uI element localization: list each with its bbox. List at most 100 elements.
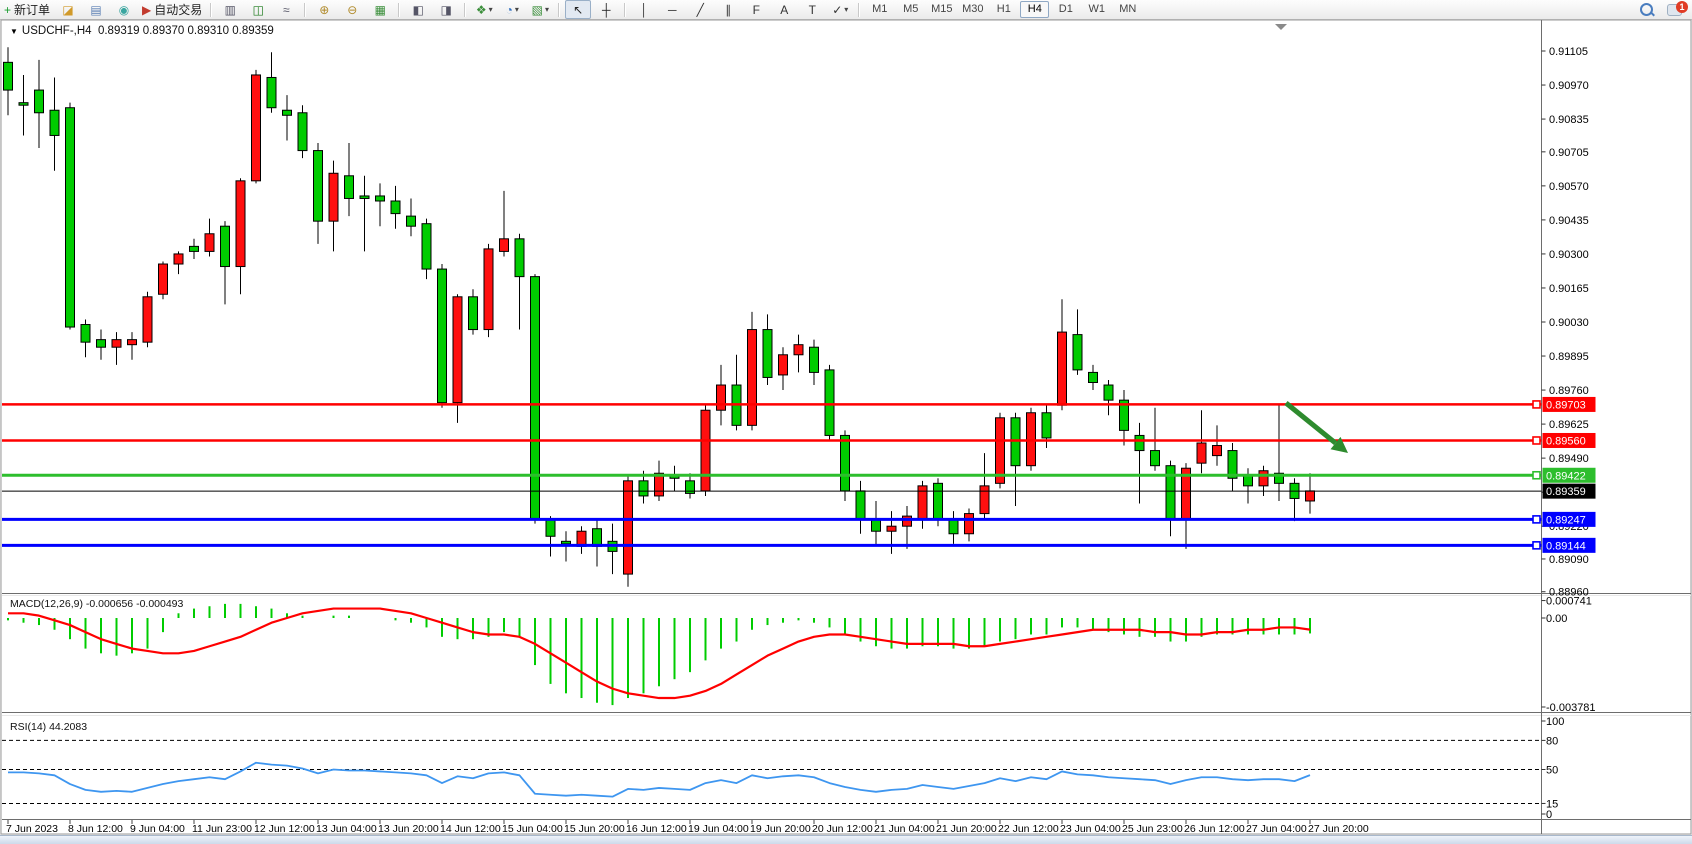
candle-body xyxy=(934,483,943,518)
candlestick-chart-icon: ◫ xyxy=(253,4,264,16)
auto-trading-label: 自动交易 xyxy=(154,1,202,18)
candle-body xyxy=(624,481,633,574)
cursor-icon: ↖ xyxy=(573,4,583,16)
notification-badge: 1 xyxy=(1676,1,1688,13)
tile-windows-icon: ▦ xyxy=(375,4,386,16)
mt4-window: +新订单◪▤◉▶自动交易▥◫≈⊕⊖▦◧◨❖▾◔▾▧▾↖┼│─╱∥FAT✓▾M1M… xyxy=(0,0,1692,844)
candle-body xyxy=(66,108,75,327)
candle-body xyxy=(856,491,865,519)
timeframe-m5-button[interactable]: M5 xyxy=(896,1,925,18)
timeframe-d1-button[interactable]: D1 xyxy=(1051,1,1080,18)
candle-body xyxy=(701,410,710,491)
level-line-anchor-square[interactable] xyxy=(1533,516,1540,523)
candle-body xyxy=(903,516,912,526)
price-tick-label: 0.89490 xyxy=(1549,453,1589,465)
line-chart-icon: ≈ xyxy=(283,4,290,16)
period-clock-button[interactable]: ◔▾ xyxy=(499,0,525,19)
zoom-in-button[interactable]: ⊕ xyxy=(311,0,337,19)
candle-body xyxy=(748,330,757,426)
profiles-button[interactable]: ▤ xyxy=(83,0,109,19)
zoom-out-icon: ⊖ xyxy=(347,4,357,16)
new-order-button[interactable]: +新订单 xyxy=(1,0,53,19)
time-tick-label: 13 Jun 04:00 xyxy=(316,823,377,835)
equidistant-channel-button[interactable]: ∥ xyxy=(715,0,741,19)
trendline-button[interactable]: ╱ xyxy=(687,0,713,19)
candle-body xyxy=(376,196,385,201)
indicators-button[interactable]: ▧▾ xyxy=(527,0,553,19)
chat-icon[interactable]: 1 xyxy=(1667,4,1682,16)
chart-canvas[interactable]: 0.911050.909700.908350.907050.905700.904… xyxy=(0,19,1692,844)
macd-axis-label: 0.00 xyxy=(1546,613,1567,625)
candle-body xyxy=(841,435,850,490)
new-chart-button[interactable]: ❖▾ xyxy=(471,0,497,19)
time-tick-label: 14 Jun 12:00 xyxy=(440,823,501,835)
auto-scroll-button[interactable]: ◧ xyxy=(405,0,431,19)
timeframe-h4-button[interactable]: H4 xyxy=(1020,1,1049,18)
search-icon[interactable] xyxy=(1640,3,1653,16)
candle-body xyxy=(391,201,400,214)
toolbar-separator xyxy=(210,3,212,17)
candle-body xyxy=(1259,471,1268,486)
level-line-anchor-square[interactable] xyxy=(1533,401,1540,408)
candle-body xyxy=(562,541,571,544)
rsi-axis-label: 80 xyxy=(1546,735,1558,747)
price-tick-label: 0.89760 xyxy=(1549,385,1589,397)
arrows-button[interactable]: ✓▾ xyxy=(827,0,853,19)
price-tick-label: 0.90705 xyxy=(1549,147,1589,159)
price-badge-value: 0.89359 xyxy=(1546,486,1586,498)
auto-scroll-icon: ◧ xyxy=(413,4,424,16)
candle-body xyxy=(97,340,106,348)
fibonacci-icon: F xyxy=(753,4,760,16)
toolbar-separator xyxy=(304,3,306,17)
vertical-line-button[interactable]: │ xyxy=(631,0,657,19)
signals-button[interactable]: ◉ xyxy=(111,0,137,19)
price-badge-value: 0.89247 xyxy=(1546,514,1586,526)
auto-trading-button[interactable]: ▶自动交易 xyxy=(139,0,205,19)
timeframe-w1-button[interactable]: W1 xyxy=(1082,1,1111,18)
time-tick-label: 21 Jun 20:00 xyxy=(936,823,997,835)
line-chart-button[interactable]: ≈ xyxy=(273,0,299,19)
candlestick-chart-button[interactable]: ◫ xyxy=(245,0,271,19)
chevron-down-icon: ▾ xyxy=(489,5,493,14)
candle-body xyxy=(174,254,183,264)
timeframe-m1-button[interactable]: M1 xyxy=(865,1,894,18)
rsi-axis-label: 50 xyxy=(1546,765,1558,777)
level-line-anchor-square[interactable] xyxy=(1533,472,1540,479)
level-line-anchor-square[interactable] xyxy=(1533,542,1540,549)
candle-body xyxy=(779,355,788,375)
toolbar: +新订单◪▤◉▶自动交易▥◫≈⊕⊖▦◧◨❖▾◔▾▧▾↖┼│─╱∥FAT✓▾M1M… xyxy=(0,0,1692,20)
text-label-button[interactable]: T xyxy=(799,0,825,19)
candle-body xyxy=(1073,335,1082,370)
cursor-button[interactable]: ↖ xyxy=(565,0,591,19)
candle-body xyxy=(825,370,834,436)
timeframe-mn-button[interactable]: MN xyxy=(1113,1,1142,18)
horizontal-line-button[interactable]: ─ xyxy=(659,0,685,19)
crosshair-button[interactable]: ┼ xyxy=(593,0,619,19)
candle-body xyxy=(1213,446,1222,456)
candle-body xyxy=(252,75,261,181)
chart-shift-button[interactable]: ◨ xyxy=(433,0,459,19)
candle-body xyxy=(1306,491,1315,501)
fibonacci-button[interactable]: F xyxy=(743,0,769,19)
zoom-out-button[interactable]: ⊖ xyxy=(339,0,365,19)
price-badge-value: 0.89560 xyxy=(1546,435,1586,447)
bar-chart-button[interactable]: ▥ xyxy=(217,0,243,19)
time-tick-label: 21 Jun 04:00 xyxy=(874,823,935,835)
candle-body xyxy=(298,113,307,151)
timeframe-m15-button[interactable]: M15 xyxy=(927,1,956,18)
new-chart-icon: ❖ xyxy=(476,4,487,16)
level-line-anchor-square[interactable] xyxy=(1533,437,1540,444)
tile-windows-button[interactable]: ▦ xyxy=(367,0,393,19)
price-tick-label: 0.90835 xyxy=(1549,114,1589,126)
timeframe-m30-button[interactable]: M30 xyxy=(958,1,987,18)
auto-trading-icon: ▶ xyxy=(142,4,151,16)
time-tick-label: 7 Jun 2023 xyxy=(6,823,58,835)
time-tick-label: 26 Jun 12:00 xyxy=(1184,823,1245,835)
text-button[interactable]: A xyxy=(771,0,797,19)
candle-body xyxy=(1135,435,1144,450)
candle-body xyxy=(1011,418,1020,466)
timeframe-h1-button[interactable]: H1 xyxy=(989,1,1018,18)
styler-bucket-button[interactable]: ◪ xyxy=(55,0,81,19)
toolbar-separator xyxy=(624,3,626,17)
toolbar-separator xyxy=(858,3,860,17)
